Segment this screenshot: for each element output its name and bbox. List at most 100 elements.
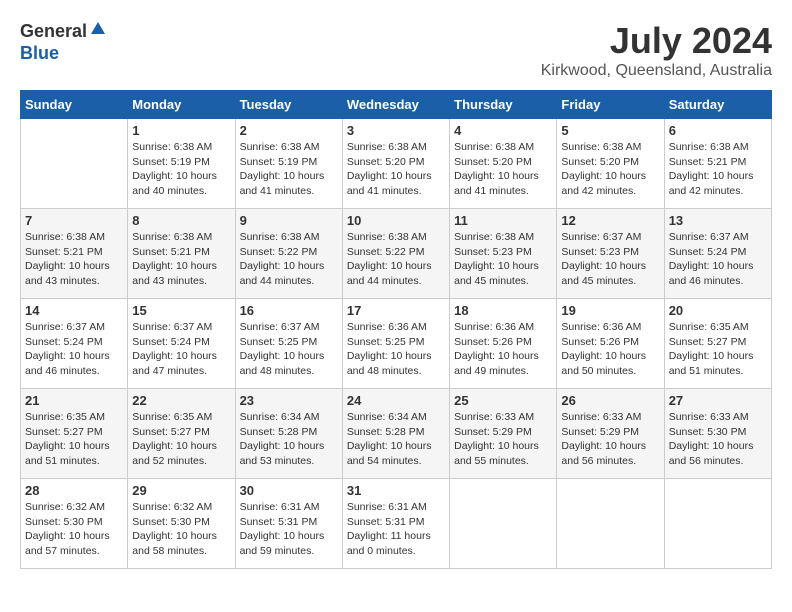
calendar-cell (557, 479, 664, 569)
calendar-cell: 15 Sunrise: 6:37 AM Sunset: 5:24 PM Dayli… (128, 299, 235, 389)
calendar-body: 1Sunrise: 6:38 AM Sunset: 5:19 PM Daylig… (21, 119, 772, 569)
col-header-wednesday: Wednesday (342, 91, 449, 119)
day-info: Sunrise: 6:33 AM Sunset: 5:30 PM Dayligh… (669, 410, 767, 469)
day-info: Sunrise: 6:34 AM Sunset: 5:28 PM Dayligh… (347, 410, 445, 469)
month-year-title: July 2024 (541, 20, 772, 62)
day-info: Sunrise: 6:37 AM Sunset: 5:24 PM Dayligh… (132, 320, 230, 379)
calendar-cell: 4 Sunrise: 6:38 AM Sunset: 5:20 PM Daylig… (450, 119, 557, 209)
calendar-cell: 13Sunrise: 6:37 AM Sunset: 5:24 PM Dayli… (664, 209, 771, 299)
calendar-cell: 10Sunrise: 6:38 AM Sunset: 5:22 PM Dayli… (342, 209, 449, 299)
calendar-cell (450, 479, 557, 569)
day-info: Sunrise: 6:32 AM Sunset: 5:30 PM Dayligh… (25, 500, 123, 559)
logo-blue-text: Blue (20, 43, 59, 64)
day-info: Sunrise: 6:34 AM Sunset: 5:28 PM Dayligh… (240, 410, 338, 469)
calendar-cell (21, 119, 128, 209)
calendar-cell: 6Sunrise: 6:38 AM Sunset: 5:21 PM Daylig… (664, 119, 771, 209)
calendar-cell: 9Sunrise: 6:38 AM Sunset: 5:22 PM Daylig… (235, 209, 342, 299)
day-number: 19 (561, 303, 659, 318)
day-info: Sunrise: 6:38 AM Sunset: 5:21 PM Dayligh… (669, 140, 767, 199)
day-info: Sunrise: 6:33 AM Sunset: 5:29 PM Dayligh… (561, 410, 659, 469)
calendar-cell: 1Sunrise: 6:38 AM Sunset: 5:19 PM Daylig… (128, 119, 235, 209)
calendar-cell: 23 Sunrise: 6:34 AM Sunset: 5:28 PM Dayli… (235, 389, 342, 479)
day-info: Sunrise: 6:36 AM Sunset: 5:25 PM Dayligh… (347, 320, 445, 379)
day-number: 16 (240, 303, 338, 318)
day-number: 23 (240, 393, 338, 408)
day-info: Sunrise: 6:36 AM Sunset: 5:26 PM Dayligh… (454, 320, 552, 379)
calendar-cell: 22 Sunrise: 6:35 AM Sunset: 5:27 PM Dayli… (128, 389, 235, 479)
day-number: 7 (25, 213, 123, 228)
day-info: Sunrise: 6:38 AM Sunset: 5:20 PM Dayligh… (561, 140, 659, 199)
day-info: Sunrise: 6:38 AM Sunset: 5:20 PM Dayligh… (347, 140, 445, 199)
day-number: 30 (240, 483, 338, 498)
day-number: 12 (561, 213, 659, 228)
col-header-monday: Monday (128, 91, 235, 119)
calendar-header-row: SundayMondayTuesdayWednesdayThursdayFrid… (21, 91, 772, 119)
day-number: 10 (347, 213, 445, 228)
day-info: Sunrise: 6:35 AM Sunset: 5:27 PM Dayligh… (25, 410, 123, 469)
day-info: Sunrise: 6:33 AM Sunset: 5:29 PM Dayligh… (454, 410, 552, 469)
calendar-week-row: 21 Sunrise: 6:35 AM Sunset: 5:27 PM Dayli… (21, 389, 772, 479)
day-info: Sunrise: 6:38 AM Sunset: 5:21 PM Dayligh… (132, 230, 230, 289)
calendar-cell: 7Sunrise: 6:38 AM Sunset: 5:21 PM Daylig… (21, 209, 128, 299)
calendar-cell: 26 Sunrise: 6:33 AM Sunset: 5:29 PM Dayli… (557, 389, 664, 479)
calendar-cell: 3 Sunrise: 6:38 AM Sunset: 5:20 PM Daylig… (342, 119, 449, 209)
day-number: 22 (132, 393, 230, 408)
calendar-cell: 2Sunrise: 6:38 AM Sunset: 5:19 PM Daylig… (235, 119, 342, 209)
col-header-thursday: Thursday (450, 91, 557, 119)
day-info: Sunrise: 6:32 AM Sunset: 5:30 PM Dayligh… (132, 500, 230, 559)
col-header-friday: Friday (557, 91, 664, 119)
day-number: 1 (132, 123, 230, 138)
calendar-cell: 16 Sunrise: 6:37 AM Sunset: 5:25 PM Dayli… (235, 299, 342, 389)
calendar-cell: 12 Sunrise: 6:37 AM Sunset: 5:23 PM Dayli… (557, 209, 664, 299)
title-area: July 2024 Kirkwood, Queensland, Australi… (541, 20, 772, 80)
day-number: 15 (132, 303, 230, 318)
day-number: 8 (132, 213, 230, 228)
calendar-week-row: 14 Sunrise: 6:37 AM Sunset: 5:24 PM Dayli… (21, 299, 772, 389)
logo-icon (89, 20, 107, 38)
calendar-cell: 19 Sunrise: 6:36 AM Sunset: 5:26 PM Dayli… (557, 299, 664, 389)
day-number: 24 (347, 393, 445, 408)
calendar-cell: 30 Sunrise: 6:31 AM Sunset: 5:31 PM Dayli… (235, 479, 342, 569)
day-info: Sunrise: 6:38 AM Sunset: 5:22 PM Dayligh… (240, 230, 338, 289)
calendar-cell: 27 Sunrise: 6:33 AM Sunset: 5:30 PM Dayli… (664, 389, 771, 479)
calendar-week-row: 1Sunrise: 6:38 AM Sunset: 5:19 PM Daylig… (21, 119, 772, 209)
day-number: 31 (347, 483, 445, 498)
calendar-cell: 14Sunrise: 6:37 AM Sunset: 5:24 PM Dayli… (21, 299, 128, 389)
col-header-tuesday: Tuesday (235, 91, 342, 119)
day-info: Sunrise: 6:38 AM Sunset: 5:20 PM Dayligh… (454, 140, 552, 199)
calendar-cell: 8 Sunrise: 6:38 AM Sunset: 5:21 PM Daylig… (128, 209, 235, 299)
col-header-sunday: Sunday (21, 91, 128, 119)
day-number: 29 (132, 483, 230, 498)
day-number: 28 (25, 483, 123, 498)
calendar-cell: 18 Sunrise: 6:36 AM Sunset: 5:26 PM Dayli… (450, 299, 557, 389)
day-info: Sunrise: 6:37 AM Sunset: 5:25 PM Dayligh… (240, 320, 338, 379)
day-number: 26 (561, 393, 659, 408)
day-number: 2 (240, 123, 338, 138)
day-number: 13 (669, 213, 767, 228)
day-info: Sunrise: 6:37 AM Sunset: 5:23 PM Dayligh… (561, 230, 659, 289)
day-number: 20 (669, 303, 767, 318)
day-number: 4 (454, 123, 552, 138)
calendar-cell: 11 Sunrise: 6:38 AM Sunset: 5:23 PM Dayli… (450, 209, 557, 299)
logo: General Blue (20, 20, 107, 64)
calendar-cell: 28 Sunrise: 6:32 AM Sunset: 5:30 PM Dayli… (21, 479, 128, 569)
day-number: 11 (454, 213, 552, 228)
day-number: 14 (25, 303, 123, 318)
calendar-week-row: 28 Sunrise: 6:32 AM Sunset: 5:30 PM Dayli… (21, 479, 772, 569)
day-info: Sunrise: 6:35 AM Sunset: 5:27 PM Dayligh… (669, 320, 767, 379)
logo-general-text: General (20, 21, 87, 42)
day-info: Sunrise: 6:38 AM Sunset: 5:23 PM Dayligh… (454, 230, 552, 289)
page-header: General Blue July 2024 Kirkwood, Queensl… (20, 20, 772, 80)
day-number: 5 (561, 123, 659, 138)
day-info: Sunrise: 6:31 AM Sunset: 5:31 PM Dayligh… (240, 500, 338, 559)
calendar-cell: 29 Sunrise: 6:32 AM Sunset: 5:30 PM Dayli… (128, 479, 235, 569)
calendar-cell (664, 479, 771, 569)
day-number: 27 (669, 393, 767, 408)
day-number: 21 (25, 393, 123, 408)
day-number: 17 (347, 303, 445, 318)
day-info: Sunrise: 6:36 AM Sunset: 5:26 PM Dayligh… (561, 320, 659, 379)
day-number: 18 (454, 303, 552, 318)
day-info: Sunrise: 6:35 AM Sunset: 5:27 PM Dayligh… (132, 410, 230, 469)
calendar-cell: 20 Sunrise: 6:35 AM Sunset: 5:27 PM Dayli… (664, 299, 771, 389)
day-number: 3 (347, 123, 445, 138)
